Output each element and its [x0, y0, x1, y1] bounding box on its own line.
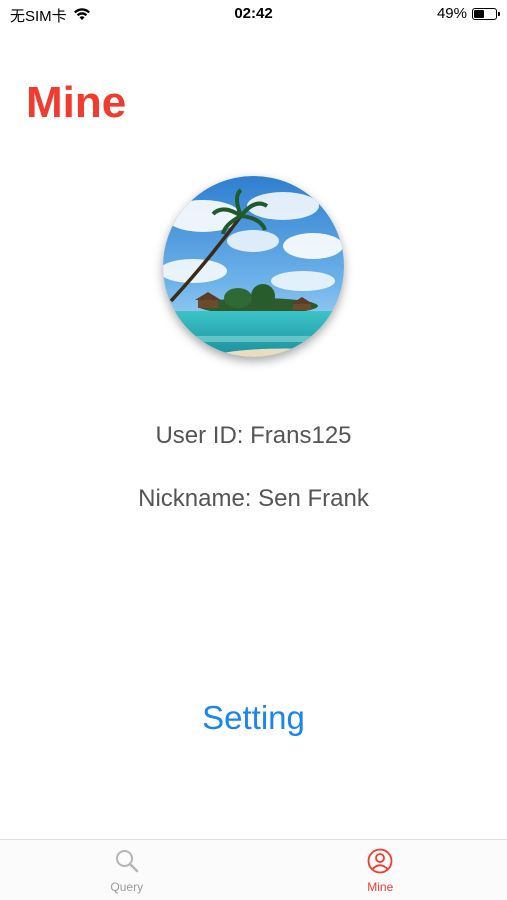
nickname-text: Nickname: Sen Frank: [138, 485, 369, 512]
user-icon: [367, 848, 393, 877]
tab-query-label: Query: [110, 880, 144, 894]
screen: 无SIM卡 02:42 49% Mine User ID: Frans125 N…: [0, 0, 507, 900]
search-icon: [114, 848, 140, 877]
page-title: Mine: [26, 78, 127, 127]
battery-fill: [474, 9, 484, 18]
user-id-text: User ID: Frans125: [155, 422, 352, 449]
setting-button[interactable]: Setting: [0, 699, 507, 737]
tab-mine-label: Mine: [367, 880, 394, 894]
avatar[interactable]: [163, 176, 344, 357]
tab-mine[interactable]: Mine: [254, 840, 507, 900]
tab-bar: Query Mine: [0, 839, 507, 900]
status-bar: 无SIM卡 02:42 49%: [0, 0, 507, 28]
status-time: 02:42: [234, 5, 273, 22]
tab-query[interactable]: Query: [0, 840, 254, 900]
battery-icon: [472, 7, 500, 20]
status-right: 49%: [436, 5, 500, 22]
avatar-image: [163, 176, 344, 357]
battery-percent: 49%: [436, 5, 467, 22]
